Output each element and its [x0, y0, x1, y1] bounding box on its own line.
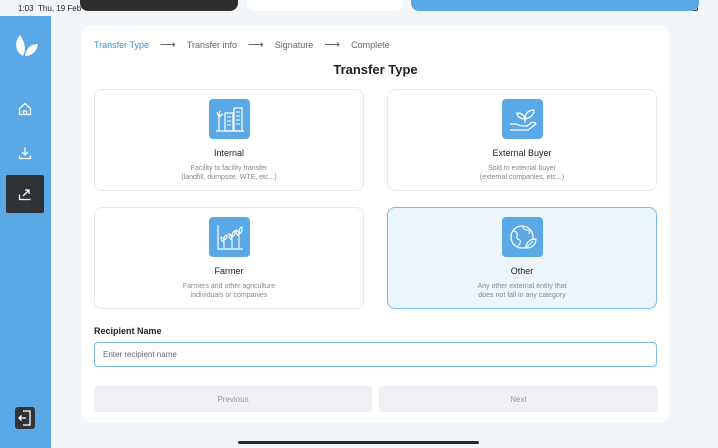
- option-description: Facility to facility transfer (landfill, …: [181, 165, 277, 181]
- crops-icon: [216, 225, 243, 250]
- logout-icon: [15, 407, 35, 429]
- sidebar-item-download[interactable]: [6, 134, 44, 172]
- step-transfer-info: Transfer info: [186, 39, 237, 50]
- previous-button[interactable]: Previous: [94, 386, 372, 412]
- hand-plant-icon: [509, 109, 537, 131]
- recipient-name-input[interactable]: [94, 342, 657, 367]
- app-tab-white: [246, 0, 403, 11]
- leaf-logo-icon: [12, 32, 40, 65]
- option-title: External Buyer: [492, 148, 552, 158]
- home-icon: [18, 102, 32, 116]
- option-internal[interactable]: Internal Facility to facility transfer (l…: [94, 89, 364, 191]
- buildings-icon: [215, 107, 244, 132]
- app-tab-dark: [80, 0, 238, 11]
- app-tab-blue: [411, 0, 699, 11]
- option-description: Any other external entity that does not f…: [477, 283, 567, 299]
- page-title: Transfer Type: [333, 62, 418, 77]
- option-title: Farmer: [214, 266, 244, 276]
- share-out-icon: [18, 189, 31, 201]
- step-arrow-icon: ⟶: [248, 39, 264, 51]
- status-time: 1:03 Thu, 19 Feb: [18, 4, 82, 13]
- next-button[interactable]: Next: [379, 386, 658, 412]
- option-description: Farmers and other agriculture individuals…: [182, 283, 276, 299]
- transfer-card: Transfer Type ⟶ Transfer info ⟶ Signatur…: [82, 26, 669, 422]
- option-title: Internal: [213, 148, 245, 158]
- sidebar-item-transfer[interactable]: [6, 175, 44, 213]
- option-other[interactable]: Other Any other external entity that does…: [387, 207, 657, 309]
- download-icon: [18, 147, 32, 160]
- sidebar-item-home[interactable]: [6, 90, 44, 128]
- recipient-name-label: Recipient Name: [94, 326, 162, 336]
- option-title: Other: [510, 266, 534, 276]
- option-description: Sold to external buyer (external companie…: [479, 165, 565, 181]
- logout-button[interactable]: [6, 399, 44, 437]
- globe-leaf-icon: [509, 225, 537, 249]
- step-arrow-icon: ⟶: [324, 39, 341, 51]
- step-complete: Complete: [351, 39, 390, 50]
- option-external-buyer[interactable]: External Buyer Sold to external buyer (ex…: [387, 89, 657, 191]
- step-arrow-icon: ⟶: [160, 39, 176, 51]
- step-transfer-type: Transfer Type: [94, 39, 150, 50]
- step-signature: Signature: [274, 39, 314, 50]
- sidebar: [0, 16, 51, 448]
- option-farmer[interactable]: Farmer Farmers and other agriculture indi…: [94, 207, 364, 309]
- stepper: Transfer Type ⟶ Transfer info ⟶ Signatur…: [94, 38, 390, 51]
- home-indicator[interactable]: [238, 441, 479, 444]
